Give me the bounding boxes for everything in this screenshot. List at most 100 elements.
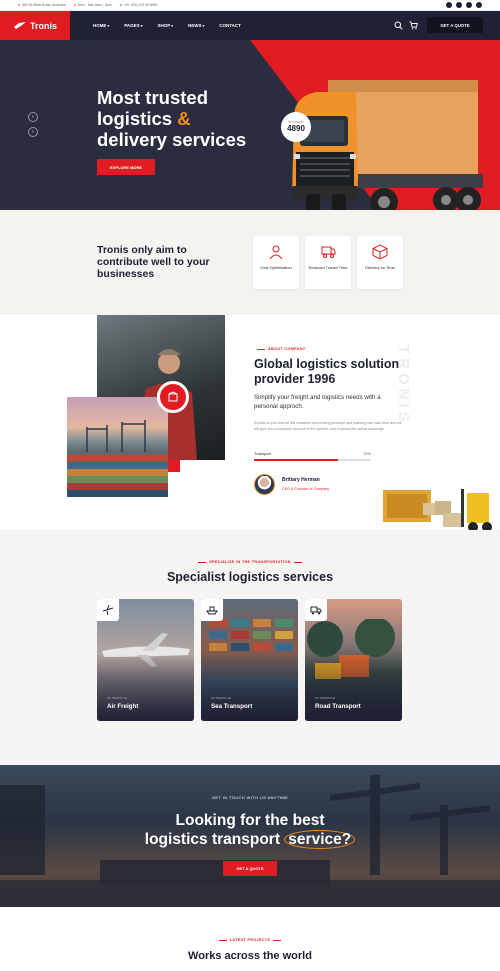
cart-icon[interactable] xyxy=(409,21,418,30)
service-card-air[interactable]: 01 SERVICE Air Freight xyxy=(97,599,194,721)
service-name: Sea Transport xyxy=(211,703,253,710)
nav-label: HOME xyxy=(93,23,107,28)
delivery-circle-icon xyxy=(157,381,189,413)
projects-tag-text: LATEST PROJECTS xyxy=(229,938,271,942)
logo-icon xyxy=(13,22,26,29)
instagram-icon[interactable] xyxy=(476,2,482,8)
card-overlay xyxy=(201,653,298,721)
location-icon: ● xyxy=(18,3,21,7)
service-category: 03 SERVICE xyxy=(315,696,336,700)
facebook-icon[interactable] xyxy=(446,2,452,8)
feature-card-delivery[interactable]: Delivery on Time xyxy=(357,236,403,289)
transit-icon xyxy=(321,246,336,258)
hero-title-line3: delivery services xyxy=(97,129,247,150)
logo-text: Tronis xyxy=(29,20,57,31)
hero-title-line2: logistics xyxy=(97,108,173,129)
address-text: 560 St Kilda Road, Australia xyxy=(22,3,66,7)
social-links xyxy=(446,2,482,8)
services-tag-text: SPECIALISE IN THE TRANSPORTATION xyxy=(209,560,291,564)
about-paragraph: Explain to you how all this mistaken den… xyxy=(254,421,402,431)
about-title: Global logistics solution provider 1996 xyxy=(254,357,400,386)
top-bar: ● 560 St Kilda Road, Australia ● Mon - Sat… xyxy=(0,0,500,11)
card-overlay xyxy=(97,653,194,721)
service-category: 01 SERVICE xyxy=(107,696,128,700)
cta-quote-button[interactable]: GET A QUOTE xyxy=(223,861,277,876)
port-photo xyxy=(67,397,168,497)
forklift-image xyxy=(383,489,492,532)
avatar xyxy=(254,474,275,495)
hero-title-amp: & xyxy=(177,108,191,129)
nav-label: CONTACT xyxy=(219,23,241,28)
phone-info[interactable]: ● +61 (00) 123 45 6890 xyxy=(120,3,158,7)
tag-dash xyxy=(273,939,282,941)
decor-red-block xyxy=(168,460,180,472)
services-tag: SPECIALISE IN THE TRANSPORTATION xyxy=(0,560,500,564)
feature-label: Reduced Transit Time xyxy=(308,265,348,270)
chevron-down-icon: ▾ xyxy=(202,24,205,28)
progress-fill xyxy=(254,459,339,461)
page: ● 560 St Kilda Road, Australia ● Mon - Sat… xyxy=(0,0,500,971)
chevron-down-icon: ▾ xyxy=(140,24,143,28)
logo[interactable]: Tronis xyxy=(0,11,70,40)
chevron-down-icon: ▾ xyxy=(171,24,173,28)
nav-item-news[interactable]: NEWS▾ xyxy=(188,23,204,28)
explore-more-button[interactable]: EXPLORE MORE xyxy=(97,159,155,175)
service-category: 02 SERVICE xyxy=(211,696,232,700)
nav-menu: HOME▾ PAGES▾ SHOP▾ NEWS▾ CONTACT xyxy=(93,11,241,40)
projects-title: Works across the world xyxy=(188,950,312,962)
badge-value: 4890 xyxy=(287,124,305,133)
nav-item-pages[interactable]: PAGES▾ xyxy=(124,23,142,28)
tag-dash xyxy=(218,939,227,941)
about-tag: ABOUT COMPANY xyxy=(254,347,306,351)
nav-label: NEWS xyxy=(187,23,202,28)
get-quote-button[interactable]: GET A QUOTE xyxy=(427,17,483,33)
phone-text: +61 (00) 123 45 6890 xyxy=(123,3,158,7)
plane-icon xyxy=(97,599,119,621)
feature-label: Cost Optimisation xyxy=(260,265,292,270)
hero-title-line1: Most trusted xyxy=(97,87,208,108)
projects-tag: LATEST PROJECTS xyxy=(0,938,500,942)
hero-title: Most trusted logistics & delivery servic… xyxy=(97,87,297,150)
aim-heading: Tronis only aim to contribute well to yo… xyxy=(97,244,210,280)
nav-item-shop[interactable]: SHOP▾ xyxy=(157,23,173,28)
feature-card-cost[interactable]: Cost Optimisation xyxy=(253,236,299,289)
phone-icon: ● xyxy=(119,3,122,7)
pinterest-icon[interactable] xyxy=(466,2,472,8)
clock-icon: ● xyxy=(73,3,76,7)
card-overlay xyxy=(305,653,402,721)
progress-bar xyxy=(254,459,371,461)
about-tag-text: ABOUT COMPANY xyxy=(268,347,306,351)
service-name: Road Transport xyxy=(315,703,361,710)
services-title: Specialist logistics services xyxy=(166,570,334,584)
person-name: Brittary Herman xyxy=(282,477,320,483)
aim-section: Tronis only aim to contribute well to yo… xyxy=(0,210,500,315)
cta-title-highlight: service? xyxy=(284,830,356,849)
cta-title-line1: Looking for the best xyxy=(175,812,325,829)
about-section xyxy=(0,315,500,532)
cta-title: Looking for the best logistics transport… xyxy=(0,811,500,849)
about-subtitle: Simplify your freight and logistics need… xyxy=(254,394,381,410)
person-role: CEO & Founder of Company xyxy=(282,487,330,491)
feature-card-transit[interactable]: Reduced Transit Time xyxy=(305,236,351,289)
twitter-icon[interactable] xyxy=(456,2,462,8)
cost-icon xyxy=(269,245,283,260)
nav-label: SHOP xyxy=(157,23,171,28)
tag-dash xyxy=(198,561,207,563)
service-card-sea[interactable]: 02 SERVICE Sea Transport xyxy=(201,599,298,721)
tag-dash xyxy=(293,561,302,563)
main-nav: Tronis HOME▾ PAGES▾ SHOP▾ NEWS▾ CONTACT … xyxy=(0,11,500,40)
progress-label: Transport xyxy=(254,451,271,456)
chevron-down-icon: ▾ xyxy=(107,24,110,28)
cta-tag: GET IN TOUCH WITH US ANYTIME xyxy=(211,795,289,800)
truck-image xyxy=(292,80,483,210)
nav-item-home[interactable]: HOME▾ xyxy=(93,23,109,28)
hours-text: Mon - Sat: 8am - 6pm xyxy=(77,3,112,7)
slider-next-arrow[interactable]: › xyxy=(28,127,38,137)
service-card-road[interactable]: 03 SERVICE Road Transport xyxy=(305,599,402,721)
truck-icon xyxy=(305,599,327,621)
slider-prev-arrow[interactable]: ‹ xyxy=(28,112,38,122)
hero-section: Most trusted logistics & delivery servic… xyxy=(0,40,500,210)
ship-icon xyxy=(201,599,223,621)
nav-item-contact[interactable]: CONTACT xyxy=(219,23,241,28)
search-icon[interactable] xyxy=(394,21,403,30)
